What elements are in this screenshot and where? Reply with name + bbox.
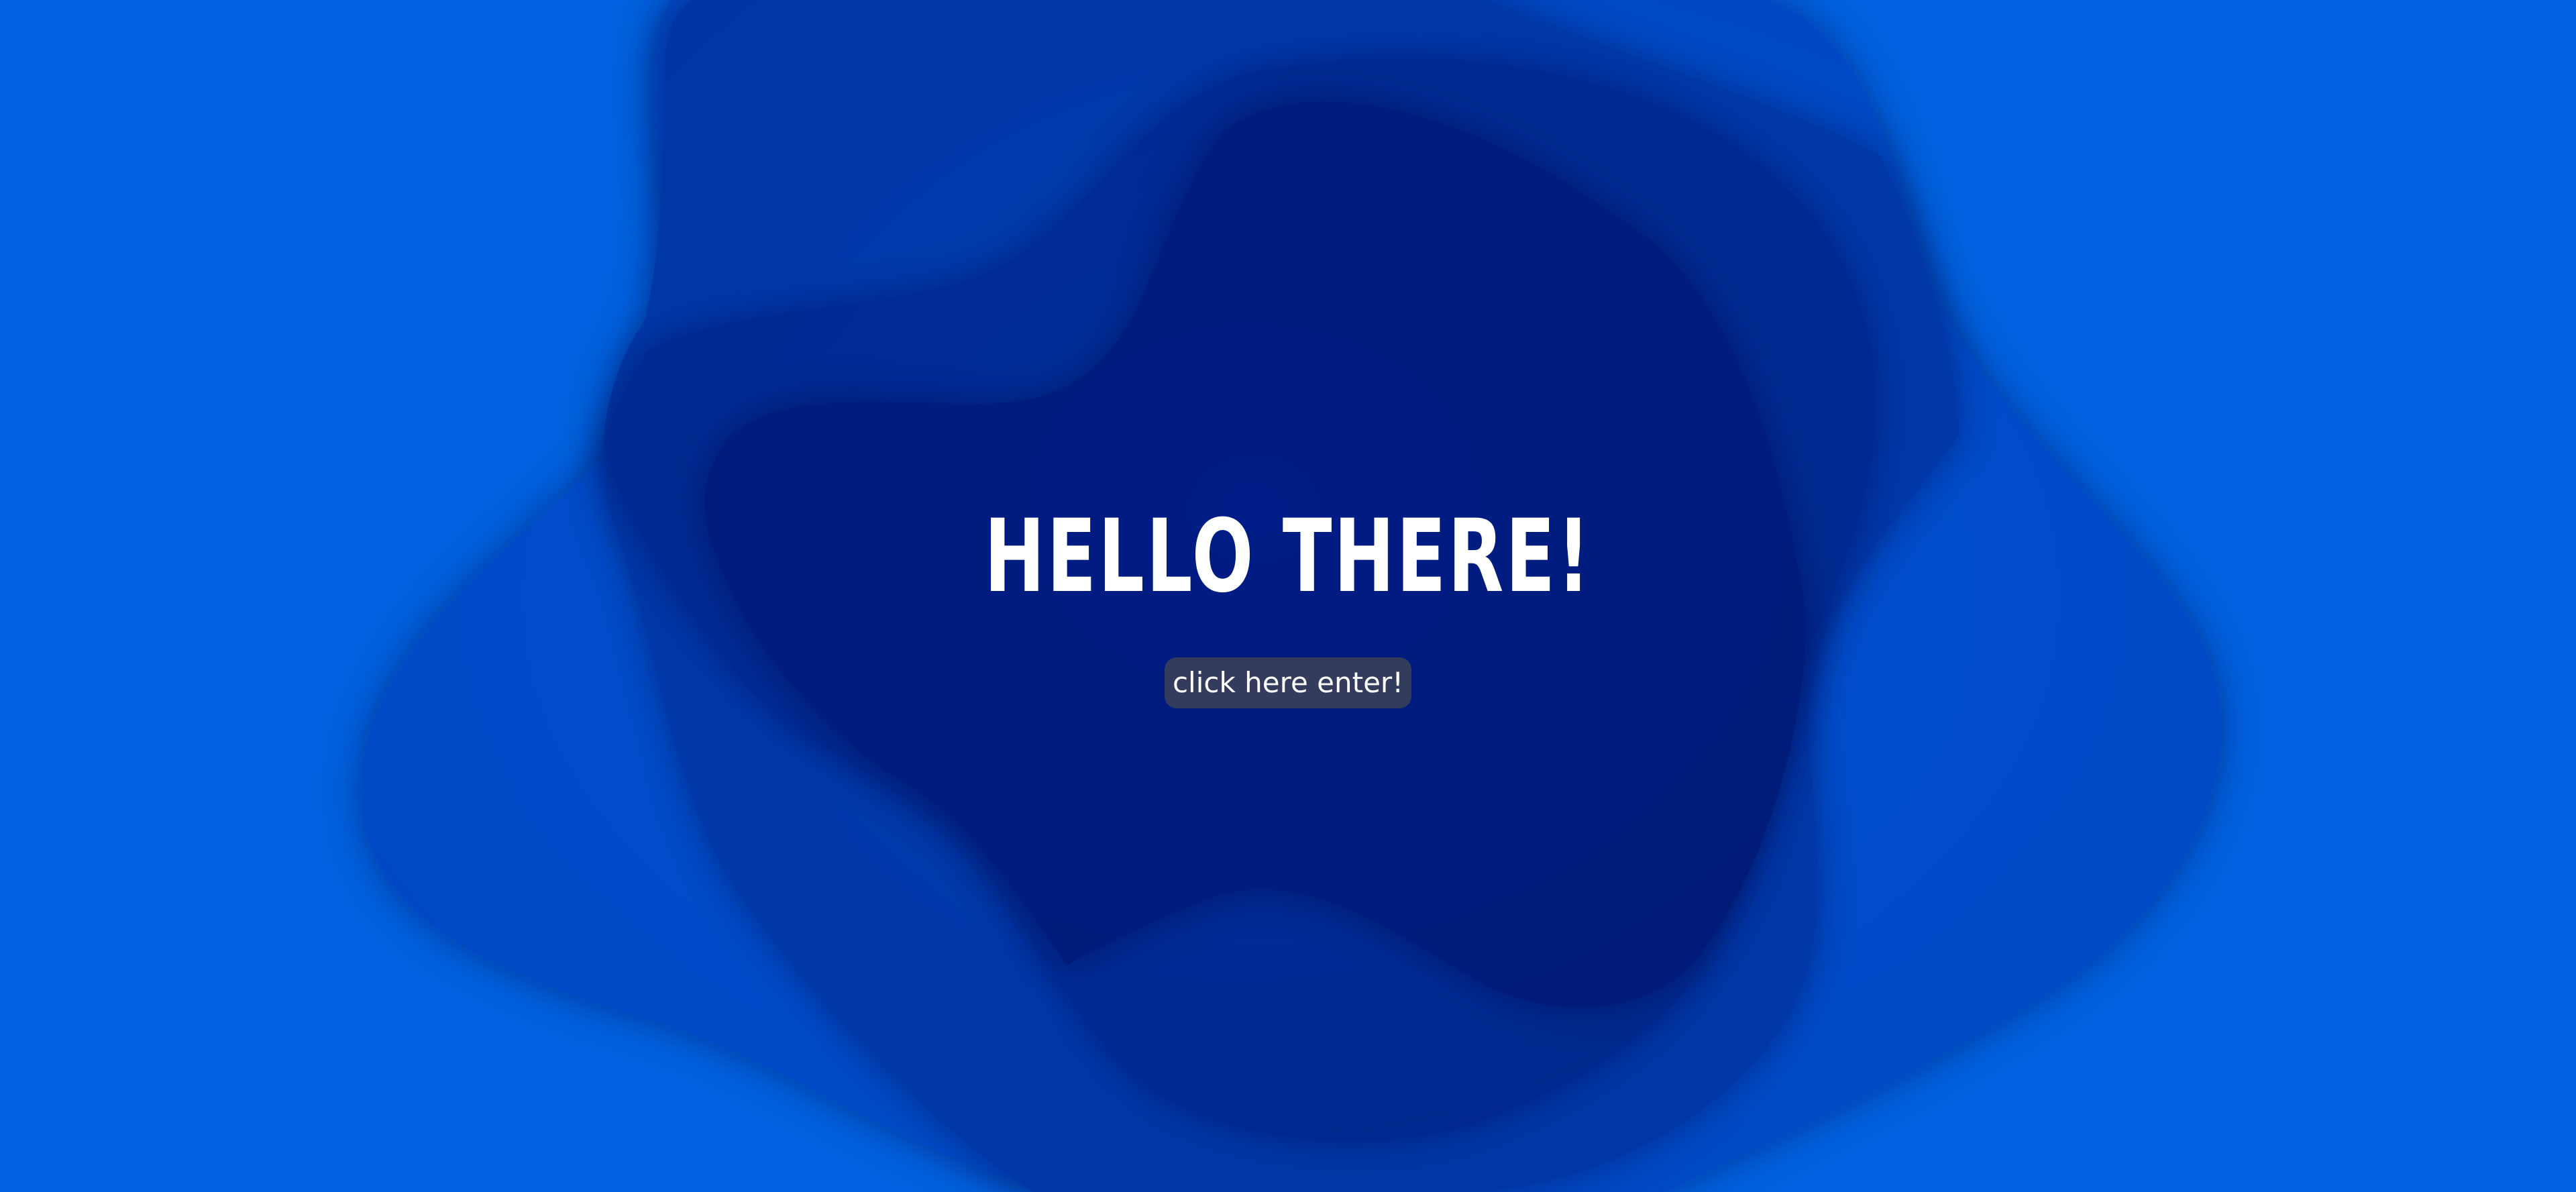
- hero-title: HELLO THERE!: [984, 498, 1592, 615]
- landing-page: HELLO THERE! click here enter!: [0, 0, 2576, 1192]
- enter-button[interactable]: click here enter!: [1165, 657, 1411, 708]
- hero-section: HELLO THERE!: [0, 496, 2576, 617]
